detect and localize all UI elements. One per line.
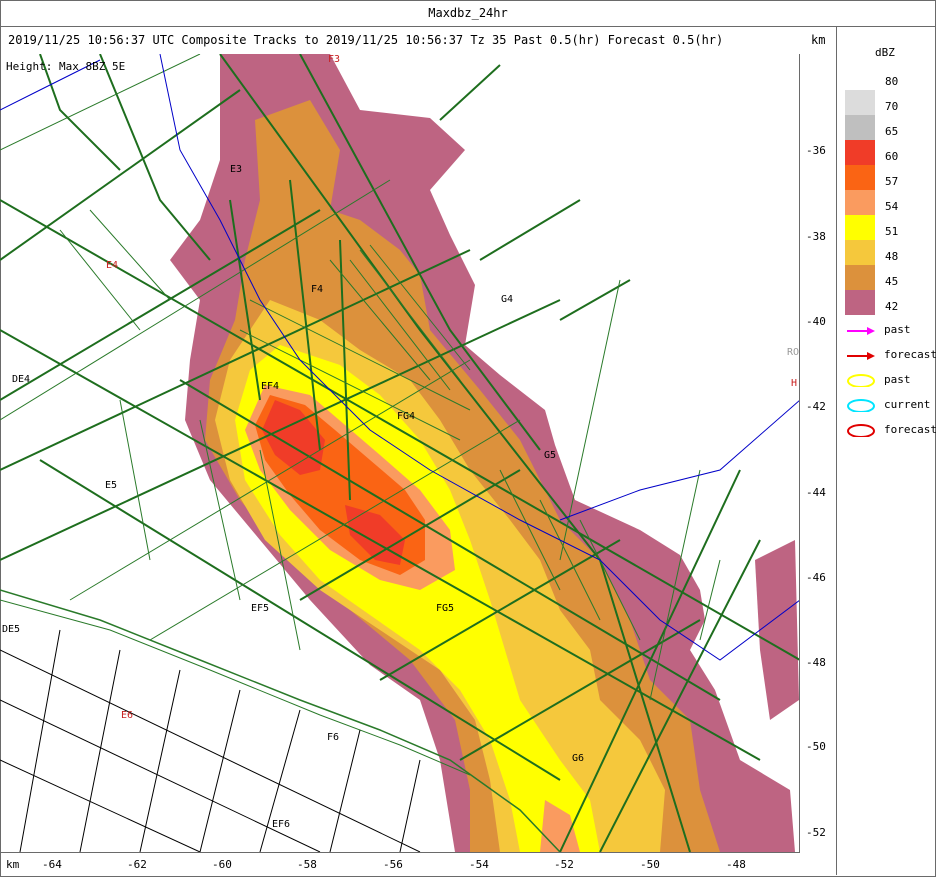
y-tick-label: -46 [806, 571, 826, 584]
county-label-e4: E4 [106, 260, 119, 271]
legend-symbol-label: past [884, 323, 911, 336]
legend-title: dBZ [875, 46, 895, 59]
county-label-f4: F4 [311, 284, 324, 295]
county-label-fg5: FG5 [436, 603, 455, 614]
county-label-de4: DE4 [12, 374, 31, 385]
y-tick-label: -38 [806, 230, 826, 243]
legend-level-label: 70 [885, 100, 899, 113]
county-label-ef4: EF4 [261, 381, 280, 392]
legend-symbol-label: forecast [884, 348, 936, 361]
legend-swatch [845, 115, 875, 140]
legend-swatch [845, 240, 875, 265]
legend-swatch [845, 290, 875, 315]
county-label-fg4: FG4 [397, 411, 416, 422]
county-label-ef5: EF5 [251, 603, 270, 614]
red-arrow-icon [847, 352, 875, 360]
legend-level-label: 54 [885, 200, 899, 213]
legend-swatch [845, 165, 875, 190]
y-tick-label: -42 [806, 400, 826, 413]
legend-swatch [845, 215, 875, 240]
legend-level-label: 65 [885, 125, 899, 138]
edge-label-h: H [791, 378, 798, 389]
y-tick-label: -50 [806, 740, 826, 753]
x-tick-label: -56 [383, 858, 403, 871]
legend-swatch [845, 140, 875, 165]
map-canvas [0, 54, 799, 852]
x-tick-label: -50 [640, 858, 660, 871]
legend-symbol-label: forecast [884, 423, 936, 436]
county-label-e5: E5 [105, 480, 118, 491]
legend-level-label: 45 [885, 275, 899, 288]
legend-level-label: 60 [885, 150, 899, 163]
y-tick-label: -44 [806, 486, 826, 499]
reflectivity-swath [170, 54, 799, 852]
x-tick-label: -52 [554, 858, 574, 871]
height-overlay-label: Height: Max 8BZ 5E [6, 60, 126, 73]
legend-symbol-label: current [884, 398, 931, 411]
legend-swatch [845, 90, 875, 115]
county-label-f6: F6 [327, 732, 340, 743]
x-tick-label: -48 [726, 858, 746, 871]
county-label-g5: G5 [544, 450, 557, 461]
legend-swatch [845, 265, 875, 290]
y-tick-label: -40 [806, 315, 826, 328]
cyan-ellipse-icon [847, 399, 875, 412]
plot-subtitle: 2019/11/25 10:56:37 UTC Composite Tracks… [8, 33, 724, 47]
y-tick-label: -36 [806, 144, 826, 157]
county-label-g4: G4 [501, 294, 514, 305]
yellow-ellipse-icon [847, 374, 875, 387]
red-ellipse-icon [847, 424, 875, 437]
legend-level-label: 80 [885, 75, 899, 88]
legend-swatch [845, 190, 875, 215]
legend-level-label: 57 [885, 175, 899, 188]
window-title: Maxdbz_24hr [0, 0, 936, 27]
legend-level-label: 51 [885, 225, 899, 238]
legend-symbol-label: past [884, 373, 911, 386]
x-tick-label: -60 [212, 858, 232, 871]
magenta-arrow-icon [847, 327, 875, 335]
units-label-top: km [811, 33, 826, 47]
x-tick-label: -54 [469, 858, 489, 871]
x-tick-label: -62 [127, 858, 147, 871]
radar-map[interactable] [0, 54, 800, 853]
x-tick-label: -64 [42, 858, 62, 871]
y-tick-label: -48 [806, 656, 826, 669]
county-label-ef6: EF6 [272, 819, 291, 830]
legend-level-label: 48 [885, 250, 899, 263]
edge-label-ro: RO [787, 347, 800, 358]
county-label-de5: DE5 [2, 624, 21, 635]
county-label-g6: G6 [572, 753, 585, 764]
x-unit-label: km [6, 858, 20, 871]
legend-level-label: 42 [885, 300, 899, 313]
county-label-e6: E6 [121, 710, 134, 721]
y-tick-label: -52 [806, 826, 826, 839]
county-label-e3: E3 [230, 164, 243, 175]
county-label-f3: F3 [328, 54, 341, 65]
x-tick-label: -58 [297, 858, 317, 871]
